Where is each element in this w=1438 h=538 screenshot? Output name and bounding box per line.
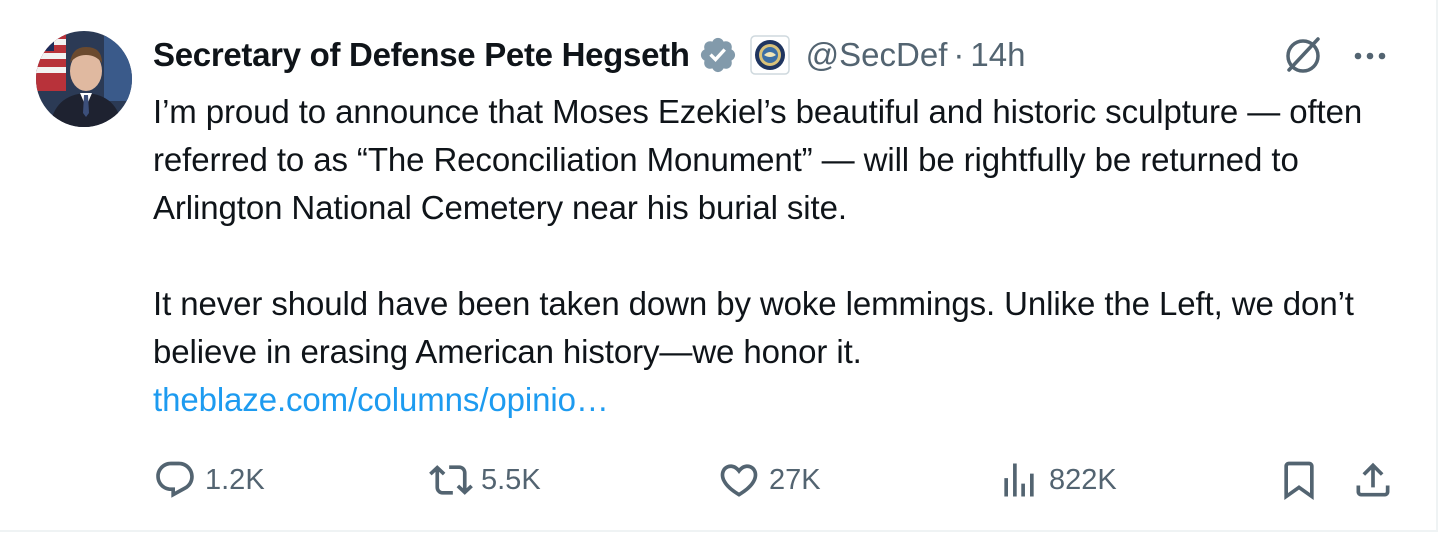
reply-icon <box>156 461 194 498</box>
tweet-header: Secretary of Defense Pete Hegseth @SecDe… <box>153 30 1025 80</box>
avatar[interactable] <box>36 31 132 127</box>
tweet-text: I’m proud to announce that Moses Ezekiel… <box>153 88 1413 424</box>
repost-button[interactable]: 5.5K <box>429 452 541 508</box>
like-button[interactable]: 27K <box>717 452 821 508</box>
avatar-photo <box>36 31 132 127</box>
tweet-link[interactable]: theblaze.com/columns/opinio… <box>153 381 609 418</box>
dod-seal-icon[interactable] <box>749 35 790 75</box>
user-handle[interactable]: @SecDef <box>806 36 948 74</box>
tweet-paragraph-2: It never should have been taken down by … <box>153 285 1354 370</box>
view-count: 822K <box>1049 463 1117 496</box>
separator-dot: · <box>953 36 965 73</box>
heart-icon <box>720 464 758 497</box>
reply-button[interactable]: 1.2K <box>153 452 265 508</box>
grok-icon[interactable] <box>1280 33 1348 84</box>
verified-badge-icon[interactable] <box>698 35 738 75</box>
reply-count: 1.2K <box>205 463 265 496</box>
share-icon <box>1356 462 1390 497</box>
share-button[interactable] <box>1351 452 1395 508</box>
bookmark-icon <box>1284 461 1314 501</box>
timestamp[interactable]: 14h <box>970 36 1025 74</box>
views-button[interactable]: 822K <box>997 452 1117 508</box>
more-options-icon[interactable] <box>1348 34 1392 83</box>
display-name[interactable]: Secretary of Defense Pete Hegseth <box>153 36 690 74</box>
bookmark-button[interactable] <box>1277 452 1321 508</box>
analytics-icon <box>1004 463 1034 497</box>
repost-count: 5.5K <box>481 463 541 496</box>
action-bar: 1.2K 5.5K 27K 822K <box>153 452 1393 508</box>
tweet-card[interactable]: Secretary of Defense Pete Hegseth @SecDe… <box>0 0 1438 532</box>
top-actions <box>1280 33 1392 84</box>
tweet-paragraph-1: I’m proud to announce that Moses Ezekiel… <box>153 93 1363 226</box>
repost-icon <box>429 465 473 495</box>
like-count: 27K <box>769 463 821 496</box>
